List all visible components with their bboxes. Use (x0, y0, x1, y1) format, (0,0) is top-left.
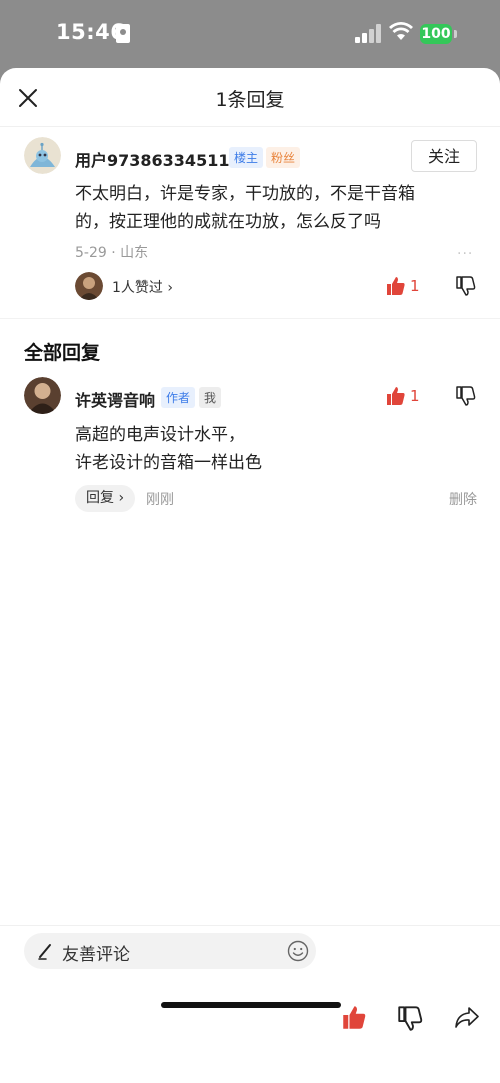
reply-time: 刚刚 (146, 492, 174, 508)
op-comment-meta: 5-29 · 山东 (75, 245, 149, 261)
thumbs-down-icon[interactable] (456, 276, 476, 296)
more-options-icon[interactable]: ··· (457, 246, 473, 262)
op-comment-line-1: 不太明白，许是专家，干功放的，不是干音箱 (75, 184, 415, 204)
reply-text-line-2: 许老设计的音箱一样出色 (75, 453, 262, 473)
me-badge: 我 (199, 387, 222, 408)
share-icon[interactable] (454, 1006, 480, 1030)
op-like-count: 1 (410, 277, 420, 295)
wifi-icon (389, 22, 413, 40)
liker-avatar[interactable] (75, 272, 103, 300)
battery-tip (454, 30, 457, 38)
reply-username[interactable]: 许英谔音响 (75, 387, 155, 411)
thumbs-down-icon[interactable] (456, 386, 476, 406)
emoji-icon[interactable] (287, 940, 309, 962)
delete-button[interactable]: 删除 (449, 489, 477, 509)
reply-button[interactable]: 回复 › (75, 485, 136, 512)
reply-avatar[interactable] (24, 377, 61, 414)
reply-like-count: 1 (410, 387, 420, 405)
reply-button-label: 回复 (86, 490, 114, 506)
dislike-post-icon[interactable] (398, 1006, 423, 1031)
sheet-header: 1条回复 (0, 68, 500, 127)
reply-text-line-1: 高超的电声设计水平， (75, 425, 245, 445)
like-post-icon[interactable] (342, 1005, 367, 1030)
pen-icon (38, 944, 51, 960)
comment-placeholder: 友善评论 (62, 945, 130, 965)
status-bar: 15:46 100 (0, 0, 500, 68)
thumbs-up-icon[interactable] (386, 386, 406, 406)
status-time: 15:46 (56, 20, 126, 44)
cellular-signal-icon (355, 24, 381, 43)
fan-badge: 粉丝 (266, 147, 301, 168)
liked-by-text[interactable]: 1人赞过 › (112, 277, 173, 297)
op-comment-line-2: 的，按正理他的成就在功放，怎么反了吗 (75, 212, 381, 232)
op-tag-badge: 楼主 (229, 147, 264, 168)
follow-button[interactable]: 关注 (411, 140, 477, 172)
id-card-icon (116, 24, 130, 43)
section-divider (0, 318, 500, 319)
thumbs-up-icon[interactable] (386, 276, 406, 296)
all-replies-heading: 全部回复 (24, 342, 101, 364)
comment-input[interactable]: 友善评论 (24, 933, 316, 969)
op-username[interactable]: 用户9738633451118 (75, 147, 252, 171)
battery-indicator: 100 (420, 24, 452, 44)
liked-by-label: 1人赞过 (112, 280, 163, 296)
home-indicator (161, 1002, 341, 1008)
page-title: 1条回复 (215, 89, 285, 111)
avatar[interactable] (24, 137, 61, 174)
author-badge: 作者 (161, 387, 196, 408)
